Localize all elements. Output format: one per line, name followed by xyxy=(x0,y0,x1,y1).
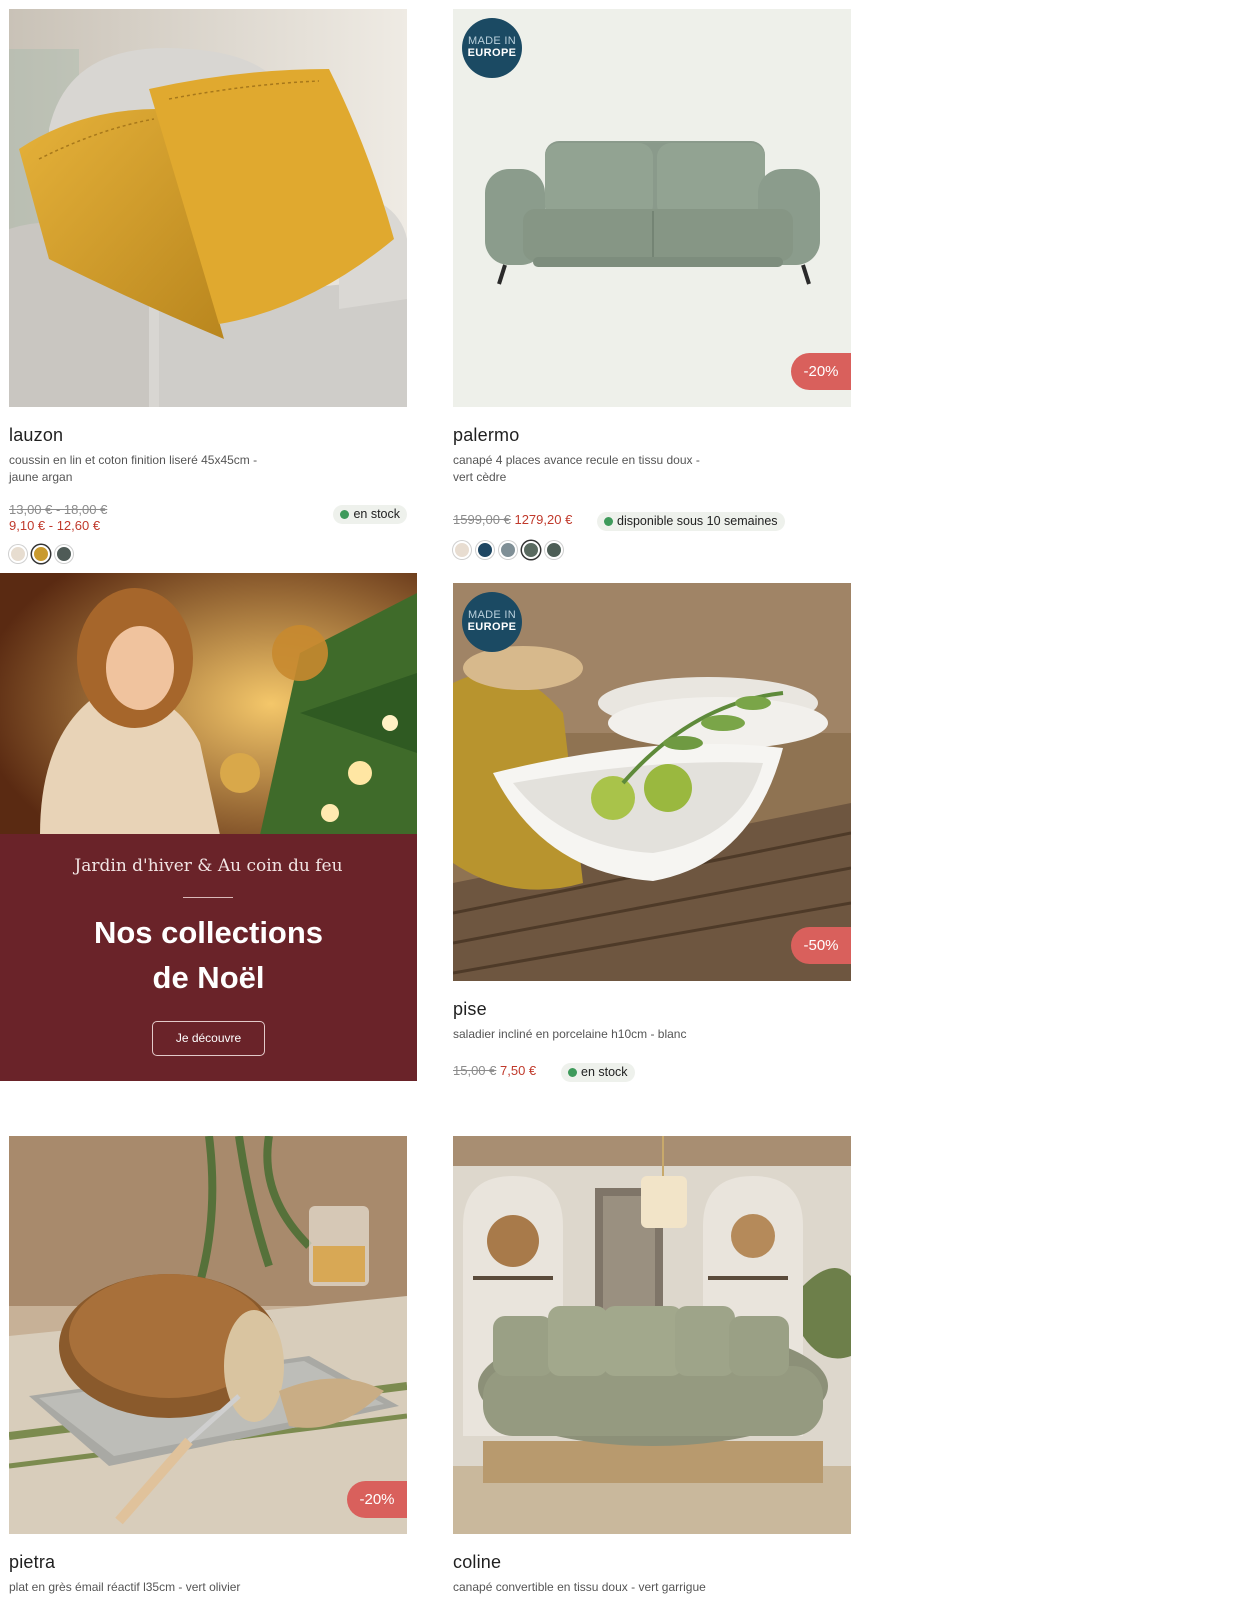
new-price: 1279,20 € xyxy=(514,512,573,527)
stock-label: en stock xyxy=(581,1065,628,1079)
bread-plate-photo xyxy=(9,1136,407,1534)
stock-label: en stock xyxy=(353,507,400,521)
promo-heading-line2: de Noël xyxy=(152,960,265,995)
product-image-lauzon[interactable] xyxy=(9,9,407,407)
living-room-sofa-photo xyxy=(453,1136,851,1534)
product-title[interactable]: lauzon xyxy=(9,425,63,446)
swatch-2[interactable] xyxy=(499,541,517,559)
swatch-1[interactable] xyxy=(476,541,494,559)
product-card-pietra[interactable]: -20% pietra plat en grès émail réactif l… xyxy=(9,1136,407,1594)
new-price: 7,50 € xyxy=(500,1063,537,1078)
price-new: 9,10 € - 12,60 € xyxy=(9,518,100,533)
promo-heading-line1: Nos collections xyxy=(93,915,324,950)
promo-panel: Jardin d'hiver & Au coin du feu Nos coll… xyxy=(0,834,417,1081)
stock-badge: en stock xyxy=(561,1063,635,1082)
product-description: canapé convertible en tissu doux - vert … xyxy=(453,1580,706,1594)
europe-label: EUROPE xyxy=(467,621,517,633)
product-image-pise[interactable]: MADE IN EUROPE -50% xyxy=(453,583,851,981)
product-description: coussin en lin et coton finition liseré … xyxy=(9,453,258,484)
price-row: 1599,00 € 1279,20 € xyxy=(453,512,572,527)
swatch-3[interactable] xyxy=(522,541,540,559)
discount-badge: -20% xyxy=(347,1481,407,1518)
child-christmas-tree-photo xyxy=(0,573,417,835)
made-in-label: MADE IN xyxy=(468,35,516,47)
swatch-1[interactable] xyxy=(32,545,50,563)
promo-divider xyxy=(183,897,233,898)
made-in-europe-badge: MADE IN EUROPE xyxy=(462,592,522,652)
product-title[interactable]: pise xyxy=(453,999,487,1020)
promo-heading: Nos collections de Noël xyxy=(0,910,417,1000)
cushion-armchair-photo xyxy=(9,9,407,407)
christmas-collections-promo[interactable]: Jardin d'hiver & Au coin du feu Nos coll… xyxy=(0,573,417,1081)
product-image-palermo[interactable]: MADE IN EUROPE -20% xyxy=(453,9,851,407)
swatch-4[interactable] xyxy=(545,541,563,559)
product-card-lauzon[interactable]: lauzon coussin en lin et coton finition … xyxy=(9,9,407,563)
made-in-label: MADE IN xyxy=(468,609,516,621)
made-in-europe-badge: MADE IN EUROPE xyxy=(462,18,522,78)
product-image-pietra[interactable]: -20% xyxy=(9,1136,407,1534)
stock-badge: disponible sous 10 semaines xyxy=(597,512,785,531)
old-price-range: 13,00 € - 18,00 € xyxy=(9,502,108,517)
product-card-palermo[interactable]: MADE IN EUROPE -20% palermo canapé 4 pla… xyxy=(453,9,851,559)
discover-button[interactable]: Je découvre xyxy=(152,1021,265,1056)
product-title[interactable]: pietra xyxy=(9,1552,55,1573)
product-image-coline[interactable] xyxy=(453,1136,851,1534)
discount-badge: -20% xyxy=(791,353,851,390)
promo-photo xyxy=(0,573,417,835)
stock-label: disponible sous 10 semaines xyxy=(617,514,778,528)
stock-dot-icon xyxy=(604,517,613,526)
stock-badge: en stock xyxy=(333,505,407,524)
europe-label: EUROPE xyxy=(467,47,517,59)
swatch-2[interactable] xyxy=(55,545,73,563)
color-swatches xyxy=(9,545,73,563)
product-description: canapé 4 places avance recule en tissu d… xyxy=(453,453,700,484)
price-old: 13,00 € - 18,00 € xyxy=(9,502,107,517)
old-price: 1599,00 € xyxy=(453,512,511,527)
price-row: 15,00 € 7,50 € xyxy=(453,1063,536,1078)
discount-badge: -50% xyxy=(791,927,851,964)
product-card-pise[interactable]: MADE IN EUROPE -50% pise saladier inclin… xyxy=(453,583,851,1082)
product-description: plat en grès émail réactif l35cm - vert … xyxy=(9,1580,241,1594)
old-price: 15,00 € xyxy=(453,1063,497,1078)
product-title[interactable]: palermo xyxy=(453,425,519,446)
swatch-0[interactable] xyxy=(453,541,471,559)
new-price-range: 9,10 € - 12,60 € xyxy=(9,518,101,533)
swatch-0[interactable] xyxy=(9,545,27,563)
color-swatches xyxy=(453,541,563,559)
product-title[interactable]: coline xyxy=(453,1552,501,1573)
promo-subtitle: Jardin d'hiver & Au coin du feu xyxy=(74,856,343,876)
stock-dot-icon xyxy=(340,510,350,519)
product-description: saladier incliné en porcelaine h10cm - b… xyxy=(453,1027,687,1041)
stock-dot-icon xyxy=(568,1068,577,1077)
product-card-coline[interactable]: coline canapé convertible en tissu doux … xyxy=(453,1136,851,1594)
